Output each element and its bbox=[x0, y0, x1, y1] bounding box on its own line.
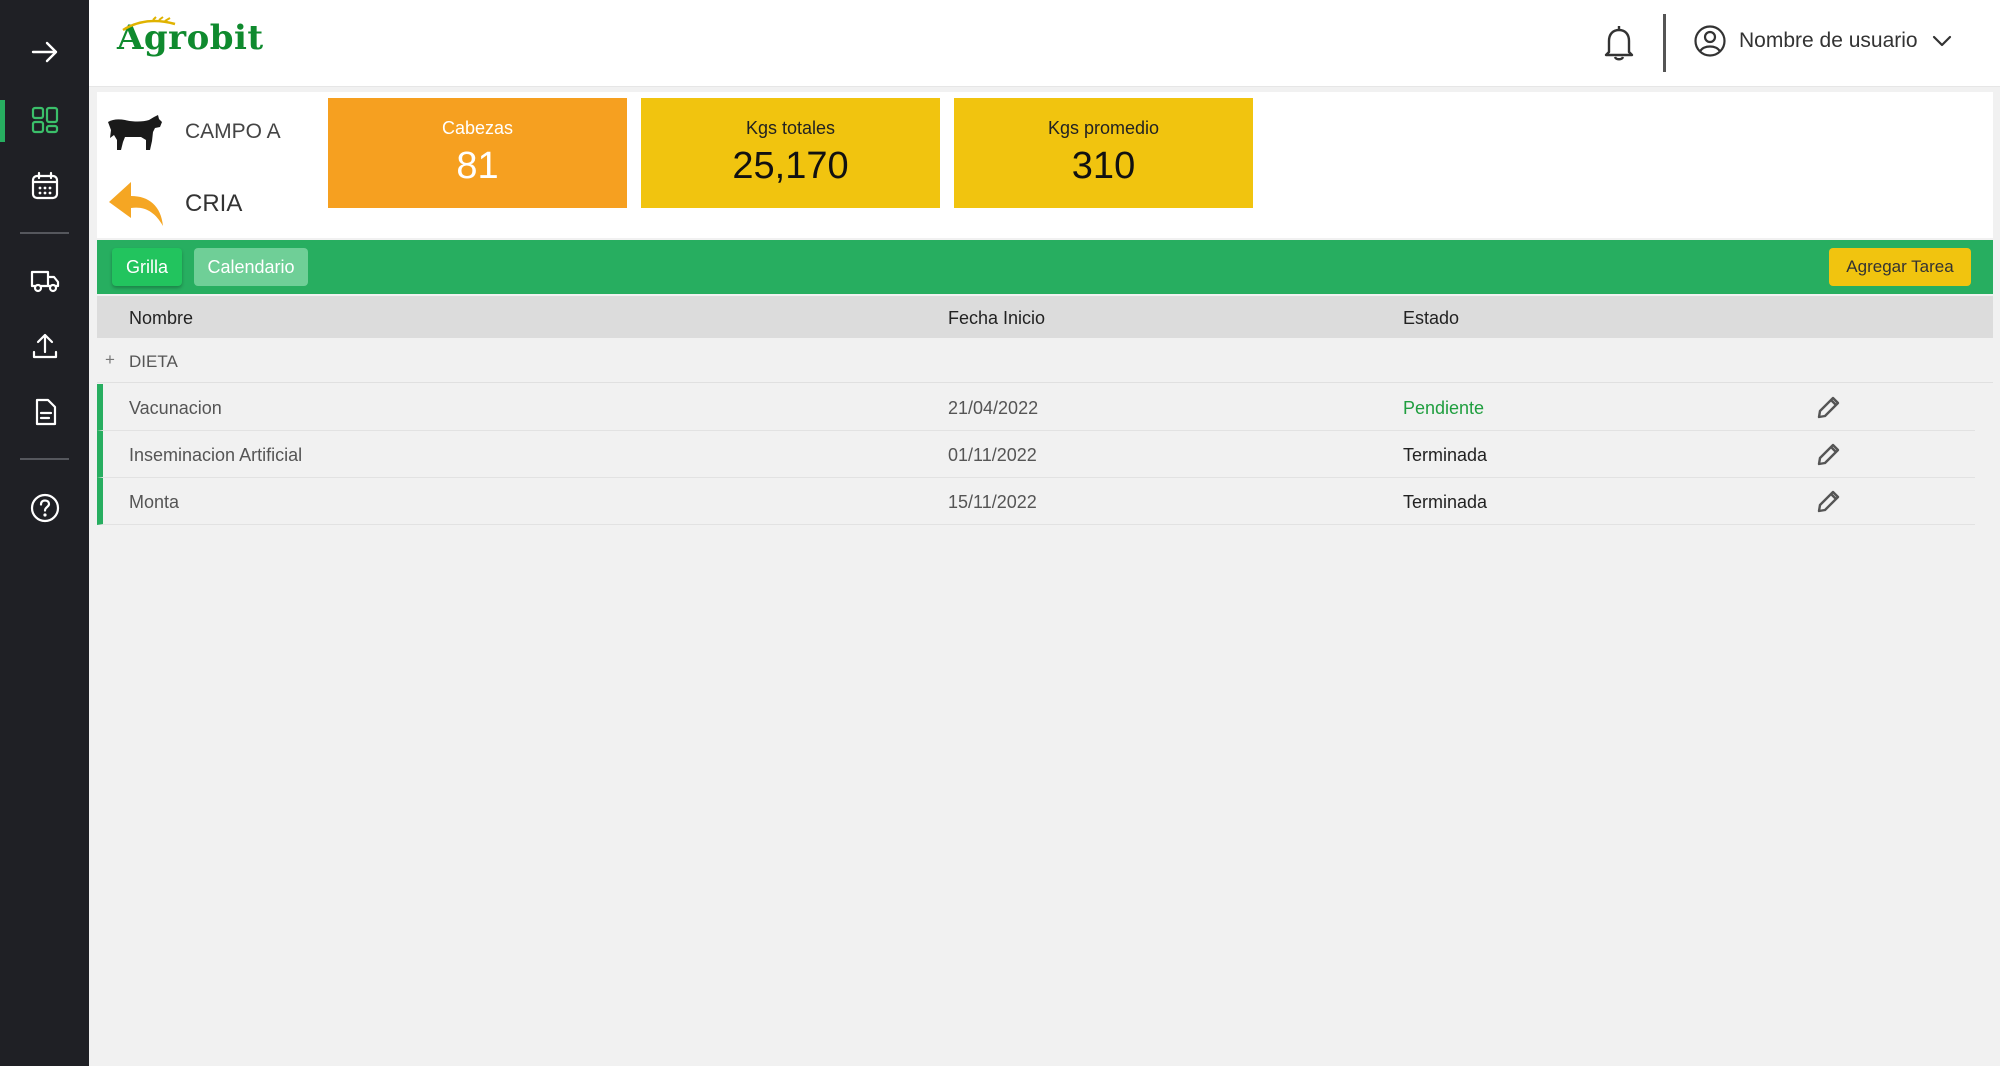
cell-fecha: 01/11/2022 bbox=[948, 445, 1037, 465]
brand-logo[interactable]: Agrobit bbox=[117, 16, 264, 58]
sidebar-toggle-button[interactable] bbox=[0, 22, 89, 82]
user-avatar-icon bbox=[1694, 25, 1726, 57]
stat-label: Kgs totales bbox=[745, 118, 836, 138]
expand-toggle-icon[interactable]: + bbox=[105, 350, 115, 370]
header-divider bbox=[1663, 14, 1666, 72]
user-menu[interactable]: Nombre de usuario bbox=[1693, 24, 1952, 58]
sidebar-item-dashboard[interactable] bbox=[0, 90, 89, 150]
group-label: DIETA bbox=[129, 352, 178, 371]
column-header-fecha[interactable]: Fecha Inicio bbox=[948, 308, 1045, 329]
cell-estado: Terminada bbox=[1403, 445, 1488, 465]
add-task-button[interactable]: Agregar Tarea bbox=[1829, 248, 1971, 286]
sidebar-item-help[interactable] bbox=[0, 478, 89, 538]
group-row-dieta[interactable]: + DIETA bbox=[97, 340, 1993, 383]
sidebar-item-upload[interactable] bbox=[0, 316, 89, 376]
user-name: Nombre de usuario bbox=[1739, 29, 1918, 52]
activity-name: CRIA bbox=[185, 190, 243, 217]
sidebar-item-calendar[interactable] bbox=[0, 156, 89, 216]
sidebar-divider bbox=[20, 458, 69, 460]
stat-card-kgs-totales: Kgs totales 25,170 bbox=[641, 98, 940, 208]
table-header: Nombre Fecha Inicio Estado bbox=[97, 296, 1993, 338]
edit-pencil-icon[interactable] bbox=[1814, 488, 1842, 516]
help-icon bbox=[30, 493, 59, 523]
cell-nombre: Inseminacion Artificial bbox=[129, 445, 303, 465]
campo-name: CAMPO A bbox=[185, 120, 281, 143]
bell-icon bbox=[1604, 26, 1634, 61]
stat-card-kgs-promedio: Kgs promedio 310 bbox=[954, 98, 1253, 208]
chevron-down-icon bbox=[1932, 35, 1951, 47]
stat-value: 81 bbox=[456, 145, 499, 187]
cell-fecha: 21/04/2022 bbox=[948, 398, 1039, 418]
cell-nombre: Vacunacion bbox=[129, 398, 222, 418]
stat-label: Kgs promedio bbox=[1047, 118, 1160, 138]
column-header-nombre[interactable]: Nombre bbox=[129, 308, 193, 329]
table-row[interactable]: Vacunacion 21/04/2022 Pendiente bbox=[97, 384, 1975, 431]
campo-summary: CAMPO A CRIA Cabezas 81 Kgs totales 25,1… bbox=[97, 92, 1993, 238]
stat-label: Cabezas bbox=[441, 118, 514, 138]
upload-icon bbox=[32, 333, 57, 359]
cell-estado: Terminada bbox=[1403, 492, 1488, 512]
document-icon bbox=[35, 398, 56, 426]
stat-value: 25,170 bbox=[732, 145, 849, 187]
grid-icon bbox=[31, 106, 58, 134]
wheat-icon bbox=[122, 16, 176, 32]
table-row[interactable]: Monta 15/11/2022 Terminada bbox=[97, 478, 1975, 525]
arrow-right-icon bbox=[31, 41, 57, 63]
stat-card-cabezas: Cabezas 81 bbox=[328, 98, 627, 208]
edit-pencil-icon[interactable] bbox=[1814, 441, 1842, 469]
notifications-button[interactable] bbox=[1601, 24, 1637, 62]
sidebar bbox=[0, 0, 89, 1066]
view-toolbar: Grilla Calendario Agregar Tarea bbox=[97, 240, 1993, 294]
calendar-icon bbox=[31, 171, 58, 200]
column-header-estado[interactable]: Estado bbox=[1403, 308, 1459, 329]
back-arrow-icon[interactable] bbox=[105, 176, 167, 232]
stat-value: 310 bbox=[1071, 145, 1136, 187]
cell-nombre: Monta bbox=[129, 492, 180, 512]
edit-pencil-icon[interactable] bbox=[1814, 394, 1842, 422]
cell-estado: Pendiente bbox=[1403, 398, 1485, 418]
sidebar-item-documents[interactable] bbox=[0, 382, 89, 442]
cow-icon bbox=[108, 115, 162, 150]
tab-grilla[interactable]: Grilla bbox=[112, 248, 182, 286]
cell-fecha: 15/11/2022 bbox=[948, 492, 1037, 512]
sidebar-divider bbox=[20, 232, 69, 234]
sidebar-item-transport[interactable] bbox=[0, 250, 89, 310]
top-bar: Agrobit Nombre de usuario bbox=[89, 0, 2000, 87]
tab-calendario[interactable]: Calendario bbox=[194, 248, 308, 286]
truck-icon bbox=[30, 270, 59, 293]
table-row[interactable]: Inseminacion Artificial 01/11/2022 Termi… bbox=[97, 431, 1975, 478]
